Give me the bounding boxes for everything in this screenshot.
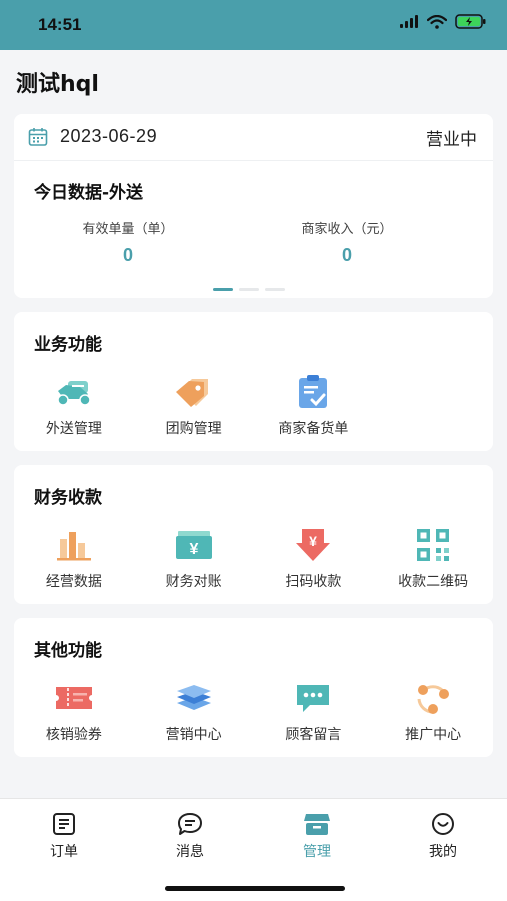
item-label: 收款二维码 xyxy=(398,574,469,590)
tab-label: 我的 xyxy=(429,844,457,860)
clipboard-check-icon xyxy=(299,375,328,408)
chat-bubble-icon xyxy=(297,685,330,712)
other-title: 其他功能 xyxy=(34,641,102,661)
finance-grid: 经营数据 ¥ 财务对账 ¥ 扫码收款 收款二维码 xyxy=(14,527,493,591)
item-label: 团购管理 xyxy=(165,421,222,437)
order-list-icon xyxy=(53,813,75,835)
other-card: 其他功能 核销验券 营销中心 顾客留言 推广中心 xyxy=(14,618,493,757)
date-row: 2023-06-29 营业中 xyxy=(14,114,493,161)
layers-icon xyxy=(176,685,211,710)
store-icon xyxy=(304,814,330,835)
business-grid: 外送管理 团购管理 商家备货单 xyxy=(14,374,493,438)
status-icons xyxy=(399,14,487,29)
tab-profile[interactable]: 我的 xyxy=(403,811,483,861)
item-label: 扫码收款 xyxy=(285,574,342,590)
date-text[interactable]: 2023-06-29 xyxy=(60,126,157,147)
tab-messages[interactable]: 消息 xyxy=(150,811,230,861)
wifi-icon xyxy=(427,14,447,29)
stat-orders: 有效单量（单） 0 xyxy=(48,218,208,266)
summary-card: 2023-06-29 营业中 今日数据-外送 有效单量（单） 0 商家收入（元）… xyxy=(14,114,493,298)
item-label: 顾客留言 xyxy=(285,727,342,743)
message-icon xyxy=(178,813,202,835)
status-time: 14:51 xyxy=(38,15,82,34)
bar-chart-icon xyxy=(56,532,91,561)
finance-card: 财务收款 经营数据 ¥ 财务对账 ¥ 扫码收款 收款二维码 xyxy=(14,465,493,604)
scan-to-collect-button[interactable]: ¥ 扫码收款 xyxy=(254,527,374,591)
page-title: 测试hql xyxy=(16,72,99,97)
stat-label: 有效单量（单） xyxy=(82,222,174,237)
coupon-icon xyxy=(55,687,92,709)
calendar-icon[interactable] xyxy=(28,127,48,147)
item-label: 营销中心 xyxy=(165,727,222,743)
other-grid: 核销验券 营销中心 顾客留言 推广中心 xyxy=(14,680,493,744)
app-bar: 测试hql xyxy=(0,50,507,110)
group-buy-management-button[interactable]: 团购管理 xyxy=(134,374,254,438)
business-card: 业务功能 外送管理 团购管理 商家备货单 xyxy=(14,312,493,451)
tab-label: 管理 xyxy=(303,844,331,860)
business-status[interactable]: 营业中 xyxy=(426,125,477,150)
smile-icon xyxy=(432,813,454,835)
item-label: 推广中心 xyxy=(405,727,462,743)
delivery-management-button[interactable]: 外送管理 xyxy=(14,374,134,438)
tab-label: 订单 xyxy=(50,844,78,860)
yuan-arrow-down-icon: ¥ xyxy=(296,529,331,561)
share-nodes-icon xyxy=(417,685,450,714)
item-label: 经营数据 xyxy=(45,574,102,590)
item-label: 核销验券 xyxy=(45,727,102,743)
stat-label: 商家收入（元） xyxy=(301,222,393,237)
qr-code-icon xyxy=(417,529,450,561)
carousel-dot xyxy=(265,288,285,291)
status-bar: 14:51 xyxy=(0,0,507,50)
payment-qr-code-button[interactable]: 收款二维码 xyxy=(373,527,493,591)
marketing-center-button[interactable]: 营销中心 xyxy=(134,680,254,744)
coupon-verification-button[interactable]: 核销验券 xyxy=(14,680,134,744)
carousel-dot xyxy=(239,288,259,291)
stat-value: 0 xyxy=(122,245,133,265)
finance-reconciliation-button[interactable]: ¥ 财务对账 xyxy=(134,527,254,591)
merchant-stock-list-button[interactable]: 商家备货单 xyxy=(254,374,374,438)
signal-icon xyxy=(400,14,418,28)
home-indicator[interactable] xyxy=(165,886,345,891)
item-label: 财务对账 xyxy=(165,574,222,590)
carousel-indicator xyxy=(213,288,285,291)
battery-icon xyxy=(455,14,486,29)
tab-management[interactable]: 管理 xyxy=(277,811,357,861)
item-label: 商家备货单 xyxy=(278,421,349,437)
tab-label: 消息 xyxy=(176,844,204,860)
yuan-bill-icon: ¥ xyxy=(175,531,212,559)
item-label: 外送管理 xyxy=(45,421,102,437)
promotion-center-button[interactable]: 推广中心 xyxy=(373,680,493,744)
stat-income: 商家收入（元） 0 xyxy=(267,218,427,266)
tab-orders[interactable]: 订单 xyxy=(24,811,104,861)
business-title: 业务功能 xyxy=(34,335,102,355)
business-data-button[interactable]: 经营数据 xyxy=(14,527,134,591)
stat-value: 0 xyxy=(341,245,352,265)
svg-text:¥: ¥ xyxy=(189,541,198,558)
scooter-icon xyxy=(57,381,91,406)
carousel-dot xyxy=(213,288,233,291)
tag-icon xyxy=(175,379,208,407)
svg-text:¥: ¥ xyxy=(309,533,317,549)
finance-title: 财务收款 xyxy=(34,488,102,508)
today-data-title: 今日数据-外送 xyxy=(34,183,144,203)
customer-messages-button[interactable]: 顾客留言 xyxy=(254,680,374,744)
